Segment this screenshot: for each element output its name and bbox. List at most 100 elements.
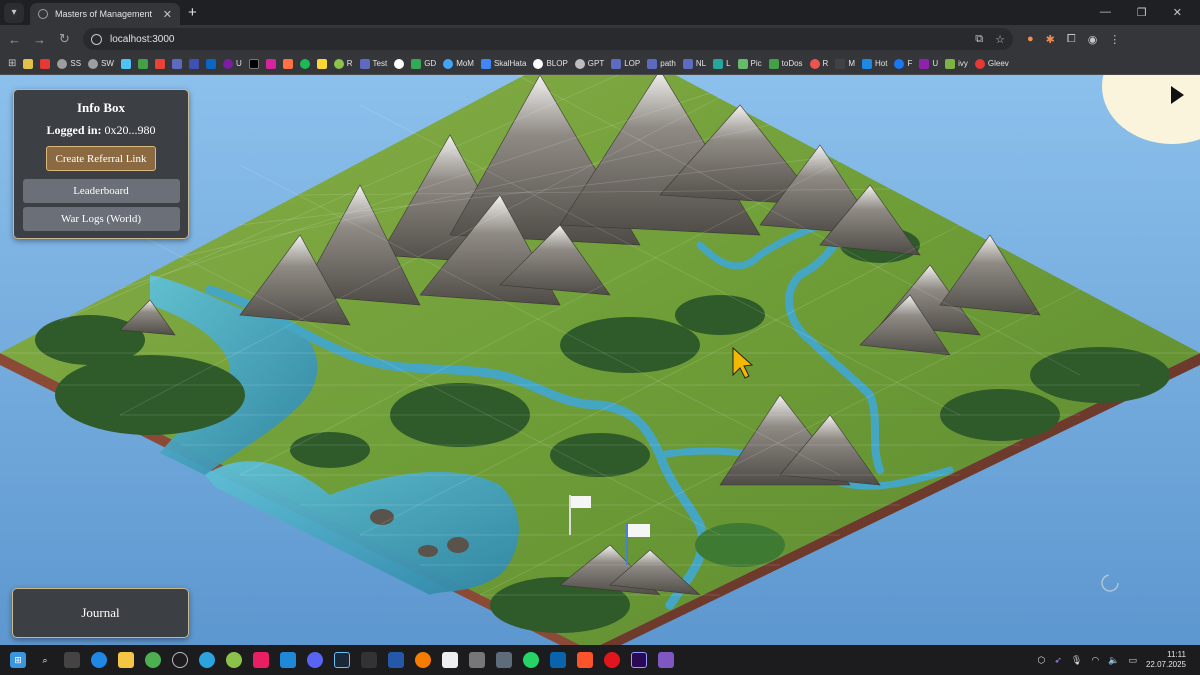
taskbar-powershell-icon[interactable]	[388, 652, 404, 668]
taskbar-search-icon[interactable]: ⌕	[37, 652, 53, 668]
windows-start-icon[interactable]: ⊞	[10, 652, 26, 668]
reload-icon[interactable]: ↻	[52, 31, 77, 47]
bookmark-skalhata[interactable]: SkalHata	[480, 58, 526, 69]
bookmark-ss[interactable]: SS	[57, 58, 81, 69]
bookmark-shield-icon[interactable]	[23, 58, 34, 69]
bookmark-hot[interactable]: Hot	[862, 58, 887, 69]
leaderboard-button[interactable]: Leaderboard	[22, 179, 180, 203]
tab-favicon-icon	[38, 9, 48, 19]
bookmark-diamond-icon[interactable]	[120, 58, 131, 69]
tray-battery-icon[interactable]: ▭	[1128, 655, 1137, 666]
browser-menu-icon[interactable]: ⋮	[1109, 33, 1120, 46]
new-tab-icon[interactable]: +	[188, 4, 197, 21]
tray-feather-icon[interactable]: ➶	[1054, 655, 1062, 666]
bookmark-x-icon[interactable]	[248, 58, 259, 69]
taskbar-opera-icon[interactable]	[604, 652, 620, 668]
windows-taskbar: ⊞ ⌕ ⬡ ➶ 🎙 ◠ 🔈 ▭ 11:11 22.07.2025	[0, 645, 1200, 675]
taskbar-vpn-icon[interactable]	[658, 652, 674, 668]
taskbar-calculator-icon[interactable]	[496, 652, 512, 668]
bookmark-star-icon[interactable]: ☆	[995, 33, 1005, 46]
site-info-icon[interactable]	[91, 33, 102, 45]
bookmark-m[interactable]: M	[835, 58, 855, 69]
tray-volume-icon[interactable]: 🔈	[1108, 655, 1119, 666]
extensions-puzzle-icon[interactable]: ⧠	[1067, 33, 1076, 46]
taskbar-pink-icon[interactable]	[253, 652, 269, 668]
bookmark-m-icon[interactable]	[171, 58, 182, 69]
bookmark-gleev[interactable]: Gleev	[974, 58, 1009, 69]
taskbar-whatsapp-icon[interactable]	[523, 652, 539, 668]
tray-microphone-icon[interactable]: 🎙	[1071, 655, 1082, 666]
bookmark-cloud-icon[interactable]	[282, 58, 293, 69]
bookmark-u[interactable]: U	[222, 58, 242, 69]
tray-wifi-icon[interactable]: ◠	[1091, 655, 1099, 666]
taskbar-outlook-icon[interactable]	[550, 652, 566, 668]
back-icon[interactable]: ←	[2, 32, 27, 47]
bookmark-youtube-icon[interactable]	[40, 58, 51, 69]
taskbar-premiere-icon[interactable]	[631, 652, 647, 668]
bookmark-blop[interactable]: BLOP	[533, 58, 568, 69]
taskbar-clock[interactable]: 11:11 22.07.2025	[1146, 650, 1186, 670]
bookmark-sw[interactable]: SW	[88, 58, 114, 69]
close-window-icon[interactable]: ✕	[1173, 6, 1182, 19]
bookmark-path[interactable]: path	[647, 58, 676, 69]
bookmark-github-icon[interactable]	[394, 58, 405, 69]
taskbar-mail-icon[interactable]	[469, 652, 485, 668]
war-logs-world-button[interactable]: War Logs (World)	[22, 207, 180, 231]
taskbar-bug-icon[interactable]	[226, 652, 242, 668]
taskbar-epic-icon[interactable]	[442, 652, 458, 668]
bookmark-nl[interactable]: NL	[682, 58, 706, 69]
system-tray: ⬡ ➶ 🎙 ◠ 🔈 ▭ 11:11 22.07.2025	[1038, 650, 1200, 670]
taskbar-brave-icon[interactable]	[577, 652, 593, 668]
bookmark-l[interactable]: L	[713, 58, 731, 69]
taskbar-steam-icon[interactable]	[334, 652, 350, 668]
taskbar-ghost-icon[interactable]	[64, 652, 80, 668]
bookmark-pic[interactable]: Pic	[737, 58, 762, 69]
bookmark-gpt[interactable]: GPT	[574, 58, 604, 69]
tab-search-icon[interactable]: ▾	[4, 2, 24, 23]
profile-icon[interactable]: ◉	[1088, 33, 1098, 46]
bookmark-r2[interactable]: R	[809, 58, 828, 69]
bookmark-lop[interactable]: LOP	[611, 58, 640, 69]
taskbar-openai-icon[interactable]	[172, 652, 188, 668]
create-referral-link-button[interactable]: Create Referral Link	[46, 146, 156, 171]
bookmark-blue-icon[interactable]	[188, 58, 199, 69]
bookmark-test[interactable]: Test	[359, 58, 387, 69]
bookmark-linkedin-icon[interactable]	[205, 58, 216, 69]
browser-tab[interactable]: Masters of Management ✕	[30, 3, 180, 25]
taskbar-chrome-icon[interactable]	[145, 652, 161, 668]
logged-in-line: Logged in: 0x20...980	[14, 123, 188, 138]
taskbar-discord-icon[interactable]	[307, 652, 323, 668]
bookmark-mom[interactable]: MoM	[443, 58, 474, 69]
extension-fox-icon[interactable]: ●	[1027, 33, 1034, 46]
taskbar-vscode-icon[interactable]	[280, 652, 296, 668]
bookmark-todos[interactable]: toDos	[768, 58, 803, 69]
bookmark-gmail-icon[interactable]	[154, 58, 165, 69]
journal-button[interactable]: Journal	[12, 588, 189, 638]
bookmark-u2[interactable]: U	[919, 58, 938, 69]
taskbar-dark-icon[interactable]	[361, 652, 377, 668]
omnibox[interactable]: localhost:3000 ⧉ ☆	[83, 28, 1013, 50]
window-controls: — ❐ ✕	[1100, 6, 1200, 19]
bookmark-spotify-icon[interactable]	[299, 58, 310, 69]
bookmark-instagram-icon[interactable]	[265, 58, 276, 69]
taskbar-edge-icon[interactable]	[91, 652, 107, 668]
taskbar-telegram-icon[interactable]	[199, 652, 215, 668]
apps-grid-icon[interactable]: ⊞	[8, 58, 16, 69]
bookmark-ivy[interactable]: ivy	[945, 58, 968, 69]
taskbar-explorer-icon[interactable]	[118, 652, 134, 668]
bookmark-f[interactable]: F	[894, 58, 912, 69]
bookmark-r[interactable]: R	[333, 58, 353, 69]
extension-burst-icon[interactable]: ✱	[1046, 33, 1055, 46]
forward-icon[interactable]: →	[27, 32, 52, 47]
maximize-icon[interactable]: ❐	[1137, 6, 1147, 19]
taskbar-blender-icon[interactable]	[415, 652, 431, 668]
bookmark-gd[interactable]: GD	[411, 58, 436, 69]
bookmark-yellow-icon[interactable]	[316, 58, 327, 69]
url-text[interactable]: localhost:3000	[110, 34, 963, 45]
bookmark-green-icon[interactable]	[137, 58, 148, 69]
tab-close-icon[interactable]: ✕	[163, 8, 172, 21]
install-app-icon[interactable]: ⧉	[975, 33, 983, 46]
tray-cube-icon[interactable]: ⬡	[1038, 655, 1046, 666]
play-icon[interactable]	[1171, 86, 1184, 104]
minimize-icon[interactable]: —	[1100, 6, 1111, 19]
